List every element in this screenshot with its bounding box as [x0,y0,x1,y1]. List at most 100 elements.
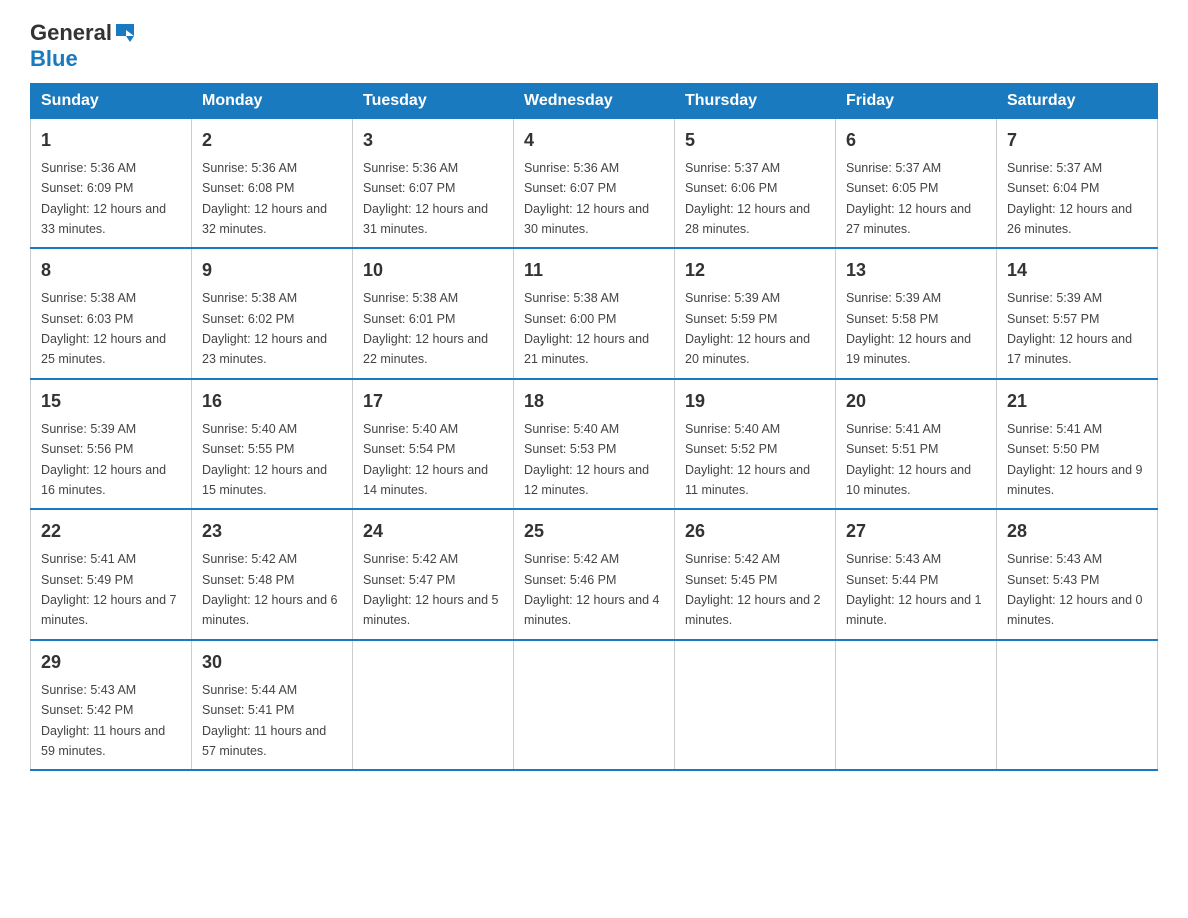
day-number: 14 [1007,257,1147,284]
day-cell: 5 Sunrise: 5:37 AMSunset: 6:06 PMDayligh… [675,118,836,248]
day-number: 21 [1007,388,1147,415]
weekday-header-sunday: Sunday [31,83,192,118]
logo-arrow-icon [114,22,138,44]
weekday-header-saturday: Saturday [997,83,1158,118]
day-cell [514,640,675,771]
day-cell: 14 Sunrise: 5:39 AMSunset: 5:57 PMDaylig… [997,248,1158,379]
day-cell: 13 Sunrise: 5:39 AMSunset: 5:58 PMDaylig… [836,248,997,379]
day-cell: 19 Sunrise: 5:40 AMSunset: 5:52 PMDaylig… [675,379,836,510]
week-row-1: 1 Sunrise: 5:36 AMSunset: 6:09 PMDayligh… [31,118,1158,248]
day-cell: 4 Sunrise: 5:36 AMSunset: 6:07 PMDayligh… [514,118,675,248]
day-info: Sunrise: 5:37 AMSunset: 6:04 PMDaylight:… [1007,161,1132,236]
day-number: 15 [41,388,181,415]
day-cell: 15 Sunrise: 5:39 AMSunset: 5:56 PMDaylig… [31,379,192,510]
day-number: 26 [685,518,825,545]
calendar-header-row: SundayMondayTuesdayWednesdayThursdayFrid… [31,83,1158,118]
day-number: 25 [524,518,664,545]
day-info: Sunrise: 5:39 AMSunset: 5:58 PMDaylight:… [846,291,971,366]
day-info: Sunrise: 5:42 AMSunset: 5:47 PMDaylight:… [363,552,499,627]
day-cell: 6 Sunrise: 5:37 AMSunset: 6:05 PMDayligh… [836,118,997,248]
day-info: Sunrise: 5:44 AMSunset: 5:41 PMDaylight:… [202,683,326,758]
day-number: 4 [524,127,664,154]
day-cell: 10 Sunrise: 5:38 AMSunset: 6:01 PMDaylig… [353,248,514,379]
logo-text-general: General [30,20,112,46]
logo[interactable]: General Blue [30,20,138,73]
day-info: Sunrise: 5:38 AMSunset: 6:00 PMDaylight:… [524,291,649,366]
day-info: Sunrise: 5:39 AMSunset: 5:59 PMDaylight:… [685,291,810,366]
day-number: 9 [202,257,342,284]
day-number: 3 [363,127,503,154]
day-info: Sunrise: 5:37 AMSunset: 6:06 PMDaylight:… [685,161,810,236]
day-info: Sunrise: 5:40 AMSunset: 5:52 PMDaylight:… [685,422,810,497]
day-number: 29 [41,649,181,676]
day-info: Sunrise: 5:36 AMSunset: 6:09 PMDaylight:… [41,161,166,236]
day-cell: 27 Sunrise: 5:43 AMSunset: 5:44 PMDaylig… [836,509,997,640]
day-cell: 12 Sunrise: 5:39 AMSunset: 5:59 PMDaylig… [675,248,836,379]
week-row-5: 29 Sunrise: 5:43 AMSunset: 5:42 PMDaylig… [31,640,1158,771]
day-number: 13 [846,257,986,284]
day-info: Sunrise: 5:42 AMSunset: 5:45 PMDaylight:… [685,552,821,627]
day-info: Sunrise: 5:39 AMSunset: 5:56 PMDaylight:… [41,422,166,497]
weekday-header-tuesday: Tuesday [353,83,514,118]
day-info: Sunrise: 5:41 AMSunset: 5:49 PMDaylight:… [41,552,177,627]
day-info: Sunrise: 5:40 AMSunset: 5:55 PMDaylight:… [202,422,327,497]
day-number: 1 [41,127,181,154]
day-info: Sunrise: 5:36 AMSunset: 6:07 PMDaylight:… [363,161,488,236]
day-number: 5 [685,127,825,154]
day-cell: 22 Sunrise: 5:41 AMSunset: 5:49 PMDaylig… [31,509,192,640]
weekday-header-wednesday: Wednesday [514,83,675,118]
day-info: Sunrise: 5:39 AMSunset: 5:57 PMDaylight:… [1007,291,1132,366]
day-cell: 25 Sunrise: 5:42 AMSunset: 5:46 PMDaylig… [514,509,675,640]
day-number: 22 [41,518,181,545]
day-info: Sunrise: 5:41 AMSunset: 5:50 PMDaylight:… [1007,422,1143,497]
day-cell: 20 Sunrise: 5:41 AMSunset: 5:51 PMDaylig… [836,379,997,510]
day-cell: 1 Sunrise: 5:36 AMSunset: 6:09 PMDayligh… [31,118,192,248]
day-info: Sunrise: 5:42 AMSunset: 5:48 PMDaylight:… [202,552,338,627]
logo-text-blue: Blue [30,46,78,71]
day-info: Sunrise: 5:40 AMSunset: 5:53 PMDaylight:… [524,422,649,497]
day-cell: 21 Sunrise: 5:41 AMSunset: 5:50 PMDaylig… [997,379,1158,510]
day-number: 23 [202,518,342,545]
day-cell: 23 Sunrise: 5:42 AMSunset: 5:48 PMDaylig… [192,509,353,640]
day-cell: 30 Sunrise: 5:44 AMSunset: 5:41 PMDaylig… [192,640,353,771]
day-number: 27 [846,518,986,545]
day-number: 24 [363,518,503,545]
day-number: 7 [1007,127,1147,154]
calendar-table: SundayMondayTuesdayWednesdayThursdayFrid… [30,83,1158,772]
day-cell [353,640,514,771]
day-number: 12 [685,257,825,284]
day-number: 2 [202,127,342,154]
day-cell: 16 Sunrise: 5:40 AMSunset: 5:55 PMDaylig… [192,379,353,510]
day-info: Sunrise: 5:41 AMSunset: 5:51 PMDaylight:… [846,422,971,497]
day-info: Sunrise: 5:43 AMSunset: 5:42 PMDaylight:… [41,683,165,758]
day-cell: 28 Sunrise: 5:43 AMSunset: 5:43 PMDaylig… [997,509,1158,640]
day-info: Sunrise: 5:37 AMSunset: 6:05 PMDaylight:… [846,161,971,236]
page-header: General Blue [30,20,1158,73]
day-info: Sunrise: 5:36 AMSunset: 6:07 PMDaylight:… [524,161,649,236]
day-cell: 29 Sunrise: 5:43 AMSunset: 5:42 PMDaylig… [31,640,192,771]
day-cell: 24 Sunrise: 5:42 AMSunset: 5:47 PMDaylig… [353,509,514,640]
week-row-2: 8 Sunrise: 5:38 AMSunset: 6:03 PMDayligh… [31,248,1158,379]
day-number: 19 [685,388,825,415]
day-cell: 18 Sunrise: 5:40 AMSunset: 5:53 PMDaylig… [514,379,675,510]
day-cell: 26 Sunrise: 5:42 AMSunset: 5:45 PMDaylig… [675,509,836,640]
weekday-header-friday: Friday [836,83,997,118]
day-number: 17 [363,388,503,415]
weekday-header-thursday: Thursday [675,83,836,118]
day-number: 6 [846,127,986,154]
day-cell: 2 Sunrise: 5:36 AMSunset: 6:08 PMDayligh… [192,118,353,248]
day-info: Sunrise: 5:38 AMSunset: 6:02 PMDaylight:… [202,291,327,366]
day-info: Sunrise: 5:43 AMSunset: 5:43 PMDaylight:… [1007,552,1143,627]
day-cell [675,640,836,771]
day-info: Sunrise: 5:36 AMSunset: 6:08 PMDaylight:… [202,161,327,236]
day-cell: 9 Sunrise: 5:38 AMSunset: 6:02 PMDayligh… [192,248,353,379]
day-number: 8 [41,257,181,284]
day-number: 16 [202,388,342,415]
day-number: 20 [846,388,986,415]
day-cell: 7 Sunrise: 5:37 AMSunset: 6:04 PMDayligh… [997,118,1158,248]
week-row-4: 22 Sunrise: 5:41 AMSunset: 5:49 PMDaylig… [31,509,1158,640]
day-info: Sunrise: 5:43 AMSunset: 5:44 PMDaylight:… [846,552,982,627]
day-number: 18 [524,388,664,415]
week-row-3: 15 Sunrise: 5:39 AMSunset: 5:56 PMDaylig… [31,379,1158,510]
day-info: Sunrise: 5:38 AMSunset: 6:01 PMDaylight:… [363,291,488,366]
